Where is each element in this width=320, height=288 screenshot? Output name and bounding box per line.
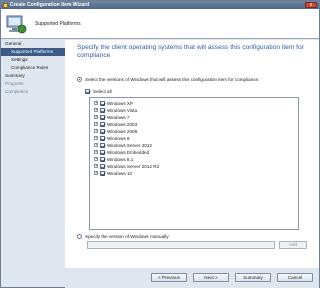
wizard-nav: General Supported Platforms Settings Com… (1, 40, 65, 270)
computer-icon (6, 15, 27, 34)
nav-item-progress: Progress (5, 81, 24, 86)
nav-item-supported-platforms[interactable]: Supported Platforms (1, 48, 65, 56)
os-checkbox[interactable] (100, 107, 105, 113)
wizard-header: Supported Platforms (1, 9, 319, 39)
os-checkbox[interactable] (100, 121, 105, 127)
os-checkbox[interactable] (100, 170, 105, 176)
specify-manually-label: Specify the version of Windows manually: (85, 234, 170, 239)
nav-item-settings[interactable]: Settings (1, 56, 65, 64)
select-all-label: Select all (93, 89, 112, 94)
os-item-windows-xp[interactable]: + Windows XP (94, 100, 133, 106)
add-button[interactable]: Add (279, 241, 307, 249)
expand-icon[interactable]: + (94, 143, 98, 147)
os-checkbox[interactable] (100, 142, 105, 148)
cancel-button[interactable]: Cancel (277, 273, 313, 282)
close-button[interactable]: x (305, 2, 317, 8)
nav-item-compliance-rules[interactable]: Compliance Rules (1, 64, 65, 72)
os-item-windows-8-1[interactable]: + Windows 8.1 (94, 156, 133, 162)
nav-item-completion: Completion (5, 89, 29, 94)
os-item-windows-embedded[interactable]: + Windows Embedded (94, 149, 149, 155)
os-item-windows-vista[interactable]: + Windows Vista (94, 107, 137, 113)
os-item-windows-8[interactable]: + Windows 8 (94, 135, 129, 141)
summary-button[interactable]: Summary (235, 273, 271, 282)
os-checkbox[interactable] (100, 149, 105, 155)
os-item-windows-2008[interactable]: + Windows 2008 (94, 128, 137, 134)
previous-button[interactable]: < Previous (151, 273, 187, 282)
os-item-windows-server-2012-r2[interactable]: + Windows Server 2012 R2 (94, 163, 159, 169)
expand-icon[interactable]: + (94, 115, 98, 119)
nav-item-summary[interactable]: Summary (1, 72, 65, 80)
instruction-text: Specify the client operating systems tha… (77, 44, 304, 59)
next-button[interactable]: Next > (193, 273, 229, 282)
os-checkbox[interactable] (100, 156, 105, 162)
expand-icon[interactable]: + (94, 150, 98, 154)
os-checkbox[interactable] (100, 135, 105, 141)
os-item-windows-10[interactable]: + Windows 10 (94, 170, 132, 176)
expand-icon[interactable]: + (94, 129, 98, 133)
page-title: Supported Platforms (35, 21, 81, 27)
os-tree-list[interactable]: + Windows XP + Windows Vista + Windows 7 + W… (89, 97, 299, 230)
wizard-content: Specify the client operating systems tha… (65, 40, 319, 268)
os-checkbox[interactable] (100, 163, 105, 169)
select-versions-radio[interactable] (77, 77, 82, 82)
expand-icon[interactable]: + (94, 171, 98, 175)
expand-icon[interactable]: + (94, 136, 98, 140)
manual-version-input[interactable] (87, 241, 275, 249)
os-item-windows-server-2012[interactable]: + Windows Server 2012 (94, 142, 152, 148)
specify-manually-radio[interactable] (77, 234, 82, 239)
expand-icon[interactable]: + (94, 157, 98, 161)
wizard-footer: < Previous Next > Summary Cancel (65, 268, 319, 288)
os-item-windows-7[interactable]: + Windows 7 (94, 114, 129, 120)
os-item-windows-2003[interactable]: + Windows 2003 (94, 121, 137, 127)
os-checkbox[interactable] (100, 100, 105, 106)
window-title: Create Configuration Item Wizard (10, 2, 90, 8)
wizard-window: Create Configuration Item Wizard x Suppo… (0, 0, 320, 288)
app-icon (3, 2, 8, 8)
os-checkbox[interactable] (100, 114, 105, 120)
expand-icon[interactable]: + (94, 101, 98, 105)
expand-icon[interactable]: + (94, 164, 98, 168)
os-checkbox[interactable] (100, 128, 105, 134)
expand-icon[interactable]: + (94, 108, 98, 112)
expand-icon[interactable]: + (94, 122, 98, 126)
nav-item-general[interactable]: General (1, 40, 65, 48)
title-bar[interactable]: Create Configuration Item Wizard x (1, 1, 319, 9)
select-versions-label: Select the versions of Windows that will… (85, 77, 260, 82)
select-all-checkbox[interactable] (85, 89, 90, 94)
